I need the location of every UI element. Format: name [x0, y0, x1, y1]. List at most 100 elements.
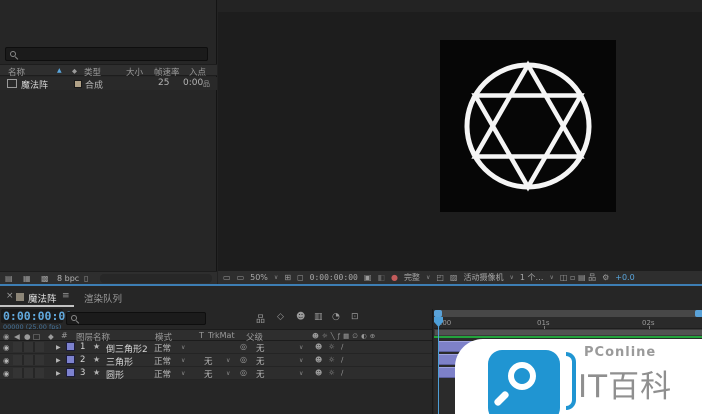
expand-arrow-icon[interactable]: ▶ [56, 370, 61, 377]
motion-blur-icon[interactable]: ◔ [332, 312, 340, 322]
parent-dropdown[interactable]: 无 [256, 355, 265, 367]
project-search-input[interactable] [5, 47, 208, 61]
column-number[interactable]: # [61, 331, 68, 340]
chevron-down-icon: ∨ [299, 370, 303, 377]
composition-icon [7, 79, 17, 88]
new-composition-icon[interactable]: ▩ [41, 274, 49, 283]
eye-icon[interactable]: ◉ [3, 356, 10, 365]
chevron-down-icon: ∨ [226, 370, 230, 377]
asset-label-swatch[interactable] [74, 80, 82, 88]
layer-row[interactable]: ◉ ▶ 1 ★ 倒三角形2 正常 ∨ ◎ 无 ∨ ☻ ☼ ∕ [0, 341, 432, 354]
chevron-down-icon: ∨ [426, 274, 430, 281]
viewer-timecode[interactable]: 0:00:00:00 [310, 273, 358, 282]
always-preview-icon[interactable]: ▭ [223, 273, 231, 282]
shape-layer-icon: ★ [93, 342, 100, 351]
pickwhip-icon[interactable]: ◎ [240, 355, 247, 364]
expand-arrow-icon[interactable]: ▶ [56, 344, 61, 351]
trkmat-dropdown[interactable]: 无 [204, 355, 213, 367]
mask-visibility-icon[interactable]: ◻ [297, 273, 304, 282]
layer-switches-icons[interactable]: ☻ ☼ ∕ [315, 356, 345, 364]
watermark-logo-square [488, 350, 560, 414]
layer-name[interactable]: 圆形 [106, 368, 124, 381]
eye-icon[interactable]: ◉ [3, 343, 10, 352]
parent-dropdown[interactable]: 无 [256, 342, 265, 354]
trkmat-dropdown[interactable]: 无 [204, 368, 213, 380]
solo-icon[interactable]: ● [24, 332, 31, 341]
parent-dropdown[interactable]: 无 [256, 368, 265, 380]
watermark-title: IT百科 [578, 361, 672, 406]
bit-depth-label[interactable]: 8 bpc [57, 274, 79, 283]
audio-icon[interactable]: ◀ [14, 332, 20, 341]
camera-view-dropdown[interactable]: 活动摄像机 [463, 272, 503, 283]
chevron-down-icon: ∨ [299, 357, 303, 364]
work-area-bar[interactable] [434, 329, 702, 336]
tab-render-queue[interactable]: 渲染队列 [84, 291, 122, 305]
layer-label-swatch[interactable] [66, 368, 75, 377]
delete-icon[interactable]: ▯ [84, 274, 88, 283]
playhead-line[interactable] [438, 317, 439, 414]
primary-viewer-icon[interactable]: ▭ [237, 273, 245, 282]
av-cells[interactable] [13, 342, 44, 352]
eye-icon[interactable]: ◉ [3, 369, 10, 378]
view-count-dropdown[interactable]: 1 个… [520, 272, 544, 283]
show-snapshot-icon[interactable]: ◧ [377, 273, 385, 282]
exposure-value[interactable]: +0.0 [615, 273, 634, 282]
layer-switches-icons[interactable]: ☻ ☼ ∕ [315, 369, 345, 377]
menu-icon[interactable]: ≡ [62, 291, 70, 301]
project-asset-row[interactable]: 魔法阵 合成 25 0:00 品 [0, 77, 217, 90]
frame-blend-icon[interactable]: ▥ [314, 312, 323, 322]
hide-shy-layers-icon[interactable]: ☻ [296, 312, 305, 322]
transparency-grid-icon[interactable]: ▨ [450, 273, 458, 282]
pickwhip-icon[interactable]: ◎ [240, 368, 247, 377]
resolution-dropdown[interactable]: 完整 [404, 272, 420, 283]
channels-icon[interactable]: ● [391, 273, 398, 282]
magnifier-icon [508, 362, 536, 390]
sort-ascending-icon[interactable]: ▲ [57, 67, 62, 74]
mode-dropdown[interactable]: 正常 [154, 368, 171, 380]
mode-dropdown[interactable]: 正常 [154, 342, 171, 354]
layer-row[interactable]: ◉ ▶ 3 ★ 圆形 正常 ∨ 无 ∨ ◎ 无 ∨ ☻ ☼ ∕ [0, 367, 432, 380]
timeline-search-input[interactable] [66, 312, 206, 325]
time-ruler[interactable]: :00 01s 02s [434, 317, 702, 329]
after-effects-window: 名称 ▲ ◆ 类型 大小 帧速率 入点 魔法阵 合成 25 0:00 品 ▤ ▦… [0, 0, 702, 414]
view-options-icons[interactable]: ◫ ▫ ▤ 品 [560, 272, 596, 283]
tab-composition[interactable]: 魔法阵 [28, 291, 57, 305]
pickwhip-icon[interactable]: ◎ [240, 342, 247, 351]
layer-switches-icons[interactable]: ☻ ☼ ∕ [315, 343, 345, 351]
close-icon[interactable]: × [6, 291, 14, 301]
time-navigator-start-handle[interactable] [434, 310, 442, 317]
av-cells[interactable] [13, 355, 44, 365]
composition-canvas[interactable] [440, 40, 616, 212]
expand-arrow-icon[interactable]: ▶ [56, 357, 61, 364]
draft-3d-icon[interactable]: ◇ [277, 312, 284, 322]
layer-label-swatch[interactable] [66, 355, 75, 364]
interpret-footage-icon[interactable]: ▤ [5, 274, 13, 283]
time-navigator-track[interactable] [434, 310, 702, 317]
region-of-interest-icon[interactable]: ◰ [436, 273, 444, 282]
av-cells[interactable] [13, 368, 44, 378]
asset-frame-rate: 25 [158, 78, 169, 88]
lock-icon[interactable]: □ [33, 332, 40, 341]
layer-number: 1 [80, 342, 85, 352]
column-trkmat[interactable]: TrkMat [208, 331, 235, 340]
composition-flowchart-icon[interactable]: 品 [256, 312, 265, 325]
search-icon [71, 315, 77, 321]
layer-row[interactable]: ◉ ▶ 2 ★ 三角形 正常 ∨ 无 ∨ ◎ 无 ∨ ☻ ☼ ∕ [0, 354, 432, 367]
snapshot-icon[interactable]: ▣ [364, 273, 372, 282]
time-navigator-end-handle[interactable] [695, 310, 702, 317]
footer-spacer-box [100, 274, 212, 283]
mode-dropdown[interactable]: 正常 [154, 355, 171, 367]
gear-icon[interactable]: ⚙ [602, 273, 609, 282]
create-folder-icon[interactable]: ▦ [23, 274, 31, 283]
graph-editor-icon[interactable]: ⊡ [351, 312, 359, 322]
layer-columns-header: ◉ ◀ ● □ ◆ # 图层名称 模式 T TrkMat 父级 ☻ ☼ ╲ ƒ … [0, 329, 432, 341]
label-column-icon[interactable]: ◆ [72, 67, 77, 75]
eye-icon[interactable]: ◉ [3, 332, 10, 341]
column-t[interactable]: T [199, 331, 204, 340]
current-timecode[interactable]: 0:00:00:00 [3, 309, 72, 323]
asset-in-point: 0:00 [183, 78, 203, 88]
layer-label-swatch[interactable] [66, 342, 75, 351]
label-column-icon[interactable]: ◆ [48, 332, 54, 341]
grid-guides-icon[interactable]: ⊞ [284, 273, 291, 282]
zoom-level-dropdown[interactable]: 50% [250, 273, 268, 282]
